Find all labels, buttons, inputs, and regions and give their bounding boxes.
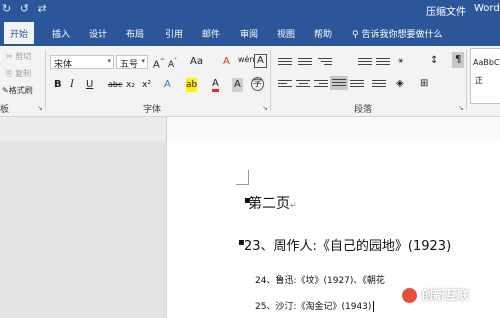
- align-left-icon[interactable]: [278, 78, 292, 90]
- strikethrough-button[interactable]: abc: [108, 78, 122, 92]
- numbering-icon[interactable]: [298, 56, 312, 68]
- chevron-down-icon: ▾: [141, 57, 145, 65]
- increase-indent-icon[interactable]: [376, 56, 390, 68]
- phonetic-guide-button[interactable]: wén: [238, 53, 255, 67]
- undo-icon[interactable]: ↺: [20, 2, 29, 15]
- font-group-label: 字体: [143, 105, 162, 115]
- shrink-font-button[interactable]: Aˇ: [168, 55, 177, 72]
- divider: [466, 50, 467, 110]
- ruler: [0, 117, 500, 141]
- font-name-select[interactable]: 宋体 ▾: [50, 55, 114, 70]
- show-marks-icon[interactable]: ¶: [452, 52, 465, 68]
- tab-help[interactable]: 帮助: [314, 27, 332, 40]
- decrease-indent-icon[interactable]: [358, 56, 372, 68]
- bold-button[interactable]: B: [54, 78, 62, 92]
- ribbon-home: ✂ 剪切 ⎘ 复制 ✎格式刷 板 ↘ 宋体 ▾ 五号 ▾ A^ Aˇ Aa A wé…: [0, 46, 500, 117]
- highlight-button[interactable]: ab: [186, 78, 198, 92]
- character-border-button[interactable]: A: [254, 54, 267, 68]
- divider: [45, 50, 46, 110]
- enclose-characters-button[interactable]: 字: [251, 77, 265, 91]
- cut-button[interactable]: ✂ 剪切: [6, 51, 31, 62]
- ribbon-tabs: 开始 插入 设计 布局 引用 邮件 审阅 视图 帮助 ⚲ 告诉我你想要做什么: [0, 18, 500, 46]
- margin-corner-mark: [236, 170, 249, 185]
- multilevel-list-icon[interactable]: [318, 56, 332, 68]
- tab-home[interactable]: 开始: [4, 22, 35, 46]
- text-line[interactable]: 23、周作人:《自己的园地》(1923): [244, 235, 451, 254]
- watermark-logo: 创新互联: [402, 286, 469, 303]
- clear-formatting-button[interactable]: A: [223, 55, 230, 69]
- title-bar: ↻ ↺ ⇄ 压缩文件 Word: [0, 0, 500, 18]
- align-right-icon[interactable]: [314, 78, 328, 90]
- text-line[interactable]: 24、鲁迅:《坟》(1927)、《朝花: [255, 273, 385, 286]
- bullets-icon[interactable]: [278, 56, 292, 68]
- italic-button[interactable]: I: [70, 78, 74, 92]
- divider: [270, 50, 271, 110]
- grow-font-button[interactable]: A^: [153, 55, 165, 72]
- change-case-button[interactable]: Aa: [190, 55, 203, 69]
- paragraph-launcher-icon[interactable]: ↘: [458, 104, 464, 112]
- align-center-icon[interactable]: [296, 78, 310, 90]
- tab-insert[interactable]: 插入: [52, 27, 70, 40]
- tab-review[interactable]: 审阅: [240, 27, 258, 40]
- distributed-icon[interactable]: [350, 78, 364, 90]
- format-painter-button[interactable]: ✎格式刷: [2, 85, 33, 96]
- document-background: [0, 141, 166, 318]
- justify-icon[interactable]: [330, 76, 348, 90]
- text-cursor: [373, 301, 375, 312]
- tab-design[interactable]: 设计: [89, 27, 107, 40]
- font-color-button[interactable]: A: [212, 78, 219, 92]
- clipboard-group-label: 板: [0, 105, 10, 115]
- ruler-page-area: [166, 117, 500, 141]
- app-title: Word: [474, 3, 500, 14]
- tell-me-search[interactable]: ⚲ 告诉我你想要做什么: [352, 27, 442, 40]
- text-effects-button[interactable]: A: [164, 78, 171, 92]
- heading-line[interactable]: 第二页↵: [248, 193, 297, 213]
- character-shading-button[interactable]: A: [232, 78, 243, 92]
- underline-button[interactable]: U: [86, 78, 93, 92]
- tab-mailings[interactable]: 邮件: [202, 27, 220, 40]
- copy-button[interactable]: ⎘ 复制: [6, 68, 31, 79]
- shading-icon[interactable]: ◈: [396, 77, 404, 91]
- sort-icon[interactable]: ↕: [430, 54, 438, 68]
- quick-access-toolbar: ↻ ↺ ⇄: [2, 2, 52, 15]
- superscript-button[interactable]: x²: [142, 78, 151, 92]
- customize-icon[interactable]: ⇄: [37, 2, 46, 15]
- watermark-logo-icon: [402, 288, 417, 303]
- document-title: 压缩文件: [426, 7, 466, 18]
- chevron-down-icon: ▾: [107, 57, 111, 65]
- font-launcher-icon[interactable]: ↘: [262, 104, 268, 112]
- subscript-button[interactable]: x₂: [126, 78, 135, 92]
- tab-view[interactable]: 视图: [277, 27, 295, 40]
- borders-icon[interactable]: ⊞: [420, 77, 428, 91]
- tab-references[interactable]: 引用: [165, 27, 183, 40]
- redo-icon[interactable]: ↻: [2, 2, 11, 15]
- paragraph-group-label: 段落: [354, 105, 373, 115]
- text-line[interactable]: 25、沙汀:《淘金记》(1943): [255, 299, 375, 312]
- clipboard-launcher-icon[interactable]: ↘: [37, 104, 43, 112]
- font-size-select[interactable]: 五号 ▾: [116, 55, 148, 70]
- line-spacing-icon[interactable]: [372, 78, 386, 90]
- asian-layout-icon[interactable]: ⚹: [398, 54, 403, 68]
- tab-layout[interactable]: 布局: [126, 27, 144, 40]
- style-normal[interactable]: AaBbC 正: [470, 48, 500, 104]
